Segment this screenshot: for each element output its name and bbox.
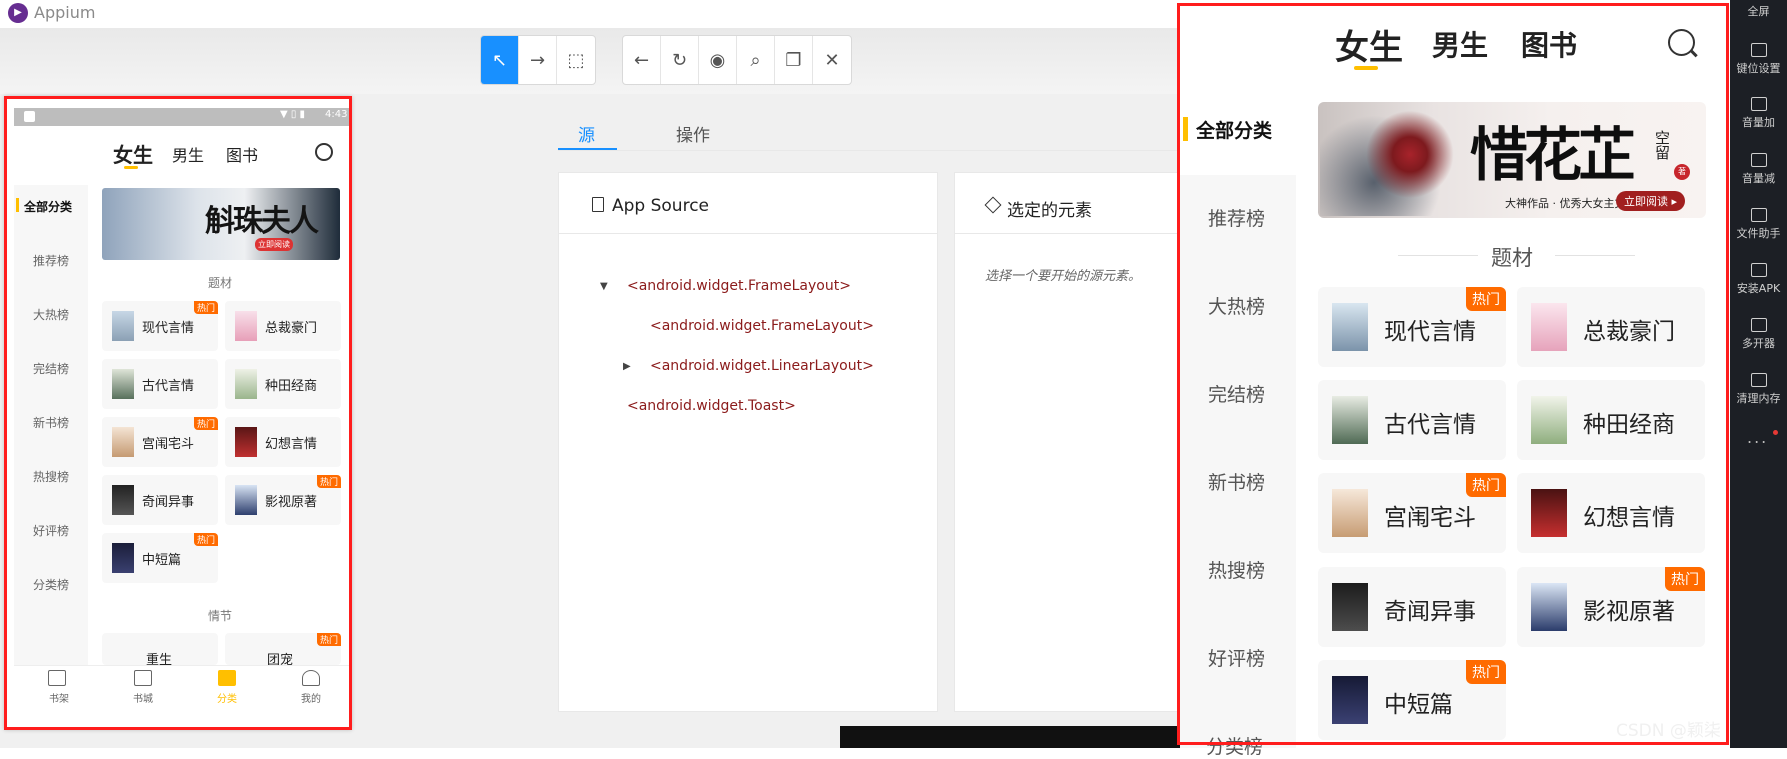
keymap-label: 键位设置	[1736, 62, 1781, 75]
notification-dot	[1773, 430, 1778, 435]
selected-element-panel	[954, 172, 1180, 712]
file-icon	[592, 197, 604, 212]
appium-logo-icon: ▶	[8, 3, 28, 23]
select-elements-icon[interactable]: ↖	[481, 36, 519, 84]
copy-icon[interactable]: ❐	[775, 36, 813, 84]
xml-node[interactable]: <android.widget.FrameLayout>	[627, 278, 851, 294]
clean-memory-button[interactable]: 清理内存	[1730, 373, 1787, 406]
multi-instance-icon	[1750, 318, 1767, 332]
volume-up-icon	[1750, 97, 1767, 111]
volume-down-icon	[1750, 153, 1767, 167]
refresh-icon[interactable]: ↻	[661, 36, 699, 84]
app-source-title: App Source	[612, 196, 710, 216]
selected-hint: 选择一个要开始的源元素。	[985, 269, 1142, 284]
multi-instance-label: 多开器	[1742, 337, 1775, 350]
tap-coordinates-icon[interactable]: ⬚	[557, 36, 595, 84]
xml-node[interactable]: <android.widget.LinearLayout>	[650, 358, 874, 374]
install-apk-button[interactable]: 安装APK	[1730, 263, 1787, 296]
keymap-button[interactable]: 键位设置	[1730, 43, 1787, 76]
back-icon[interactable]: ←	[623, 36, 661, 84]
volume-down-label: 音量减	[1742, 172, 1775, 185]
close-icon[interactable]: ✕	[813, 36, 851, 84]
xml-node[interactable]: <android.widget.Toast>	[627, 398, 796, 414]
search-icon[interactable]: ⌕	[737, 36, 775, 84]
expand-icon[interactable]: ▼	[600, 281, 608, 292]
title-bar	[0, 0, 1180, 28]
toolbar-mode-group: ↖ → ⬚	[480, 35, 596, 85]
file-helper-icon	[1750, 208, 1767, 222]
keymap-icon	[1750, 43, 1767, 57]
clean-memory-label: 清理内存	[1736, 392, 1781, 405]
xml-node[interactable]: <android.widget.FrameLayout>	[650, 318, 874, 334]
window-title: Appium	[34, 3, 96, 22]
dark-strip	[840, 726, 1180, 748]
tab-source[interactable]: 源	[578, 121, 595, 146]
volume-up-label: 音量加	[1742, 116, 1775, 129]
show-icon[interactable]: ◉	[699, 36, 737, 84]
toolbar-action-group: ← ↻ ◉ ⌕ ❐ ✕	[622, 35, 852, 85]
tab-divider	[558, 150, 1178, 151]
multi-instance-button[interactable]: 多开器	[1730, 318, 1787, 351]
volume-up-button[interactable]: 音量加	[1730, 97, 1787, 130]
selected-element-title: 选定的元素	[1007, 201, 1092, 221]
install-apk-icon	[1750, 263, 1767, 277]
annotation-box-right	[1177, 3, 1729, 745]
file-helper-button[interactable]: 文件助手	[1730, 208, 1787, 241]
app-source-panel	[558, 172, 938, 712]
fullscreen-button[interactable]: 全屏	[1730, 3, 1787, 19]
volume-down-button[interactable]: 音量减	[1730, 153, 1787, 186]
file-helper-label: 文件助手	[1736, 227, 1781, 240]
clean-memory-icon	[1750, 373, 1767, 387]
fullscreen-label: 全屏	[1747, 5, 1770, 18]
more-icon[interactable]: ...	[1747, 428, 1768, 447]
tab-actions[interactable]: 操作	[676, 121, 710, 146]
collapse-icon[interactable]: ▶	[623, 361, 631, 372]
install-apk-label: 安装APK	[1736, 282, 1781, 295]
swipe-icon[interactable]: →	[519, 36, 557, 84]
annotation-box-left	[4, 96, 352, 730]
